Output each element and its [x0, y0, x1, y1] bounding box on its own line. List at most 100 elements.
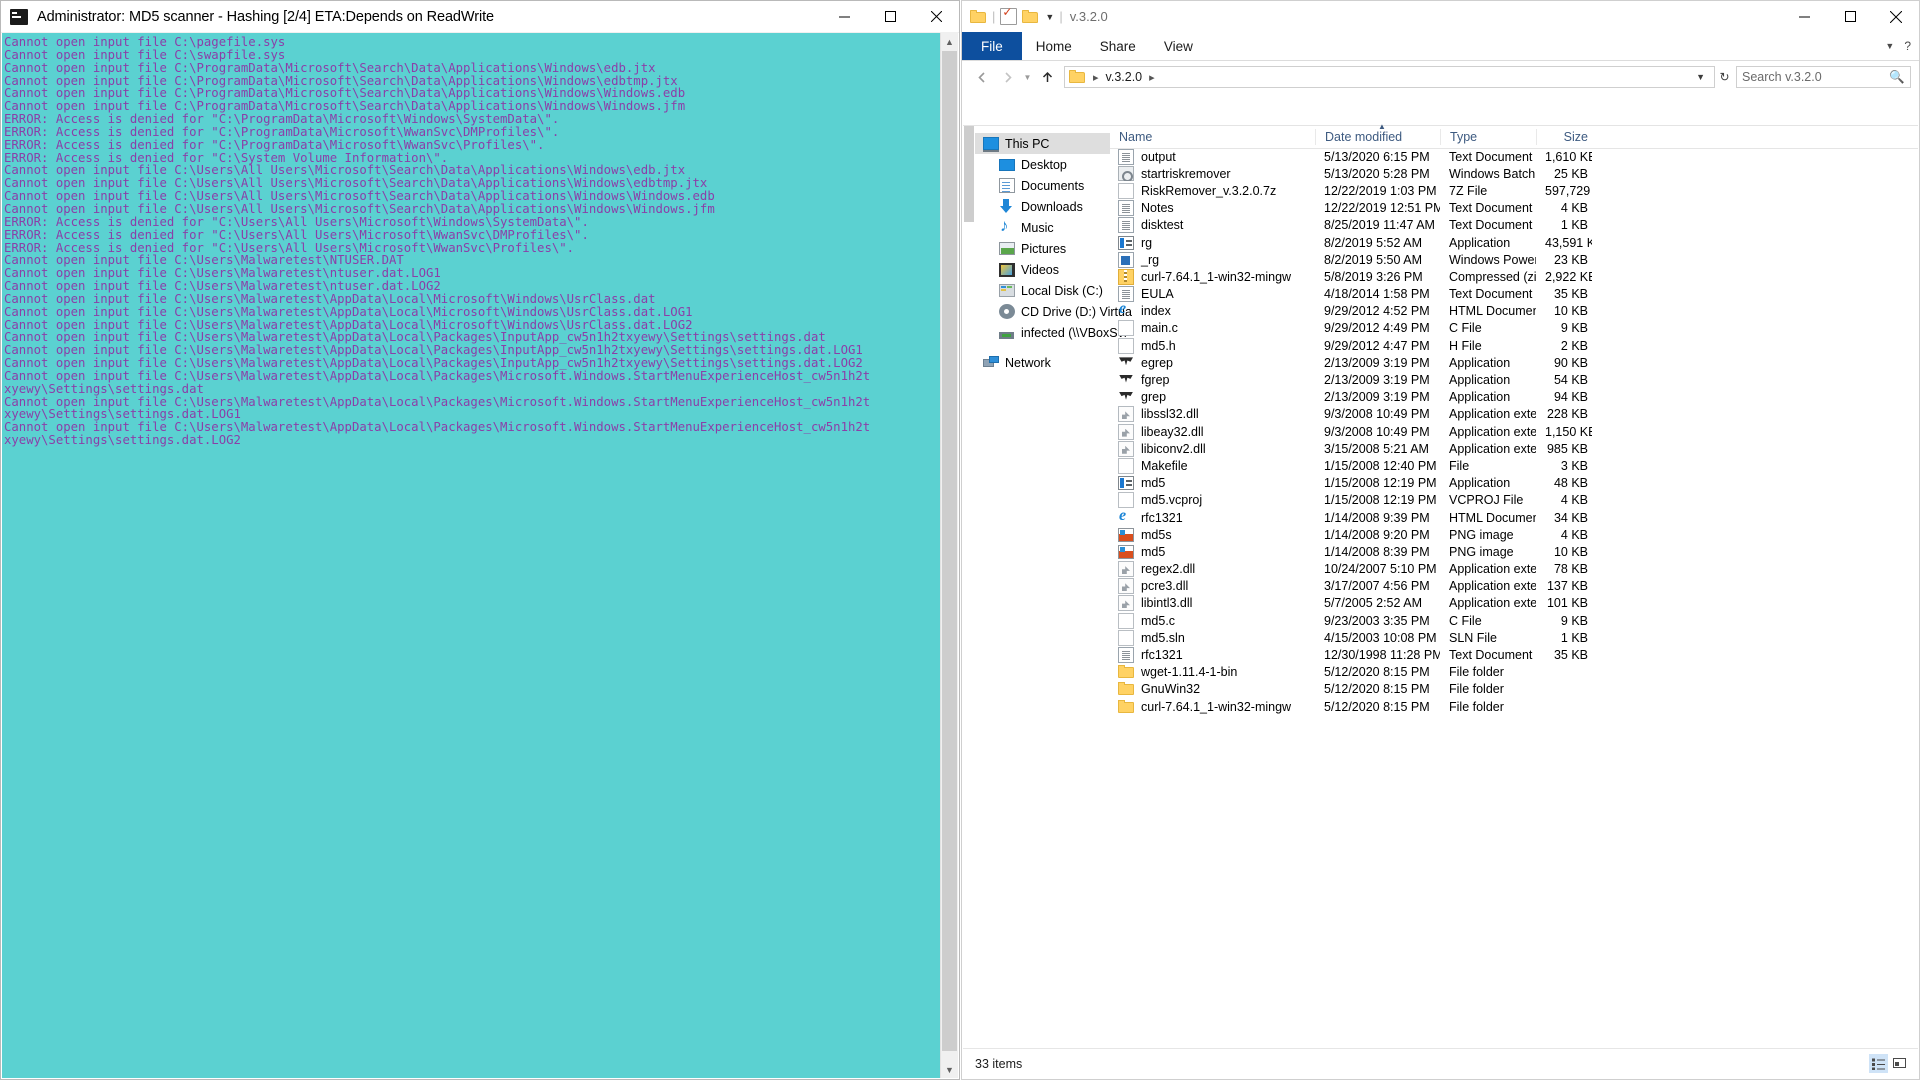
- table-row[interactable]: regex2.dll 10/24/2007 5:10 PM Application …: [1110, 561, 1918, 578]
- refresh-icon[interactable]: ↻: [1715, 66, 1734, 88]
- console-scroll-thumb[interactable]: [942, 51, 957, 1051]
- address-input[interactable]: ▸ v.3.2.0 ▸ ▼: [1064, 66, 1715, 88]
- console-titlebar[interactable]: Administrator: MD5 scanner - Hashing [2/…: [1, 1, 959, 33]
- file-name-cell[interactable]: md5s: [1110, 527, 1315, 542]
- table-row[interactable]: libeay32.dll 9/3/2008 10:49 PM Application…: [1110, 423, 1918, 440]
- file-name-cell[interactable]: libintl3.dll: [1110, 595, 1315, 612]
- column-header-size[interactable]: Size: [1536, 129, 1592, 145]
- file-name-cell[interactable]: libeay32.dll: [1110, 423, 1315, 440]
- breadcrumb[interactable]: ▸ v.3.2.0 ▸: [1069, 70, 1158, 84]
- sidebar-item-videos[interactable]: Videos: [975, 259, 1110, 280]
- table-row[interactable]: curl-7.64.1_1-win32-mingw 5/8/2019 3:26 P…: [1110, 268, 1918, 285]
- chevron-down-icon[interactable]: ▼: [1045, 12, 1054, 22]
- file-name-cell[interactable]: Notes: [1110, 200, 1315, 217]
- forward-button[interactable]: [995, 65, 1020, 89]
- file-name-cell[interactable]: libssl32.dll: [1110, 406, 1315, 423]
- navigation-scroll-thumb[interactable]: [964, 126, 974, 222]
- folder-icon[interactable]: [970, 9, 987, 24]
- file-name-cell[interactable]: curl-7.64.1_1-win32-mingw: [1110, 699, 1315, 714]
- details-view-icon[interactable]: [1869, 1054, 1888, 1073]
- console-minimize-button[interactable]: [821, 1, 867, 32]
- table-row[interactable]: md5.sln 4/15/2003 10:08 PM SLN File 1 KB: [1110, 629, 1918, 646]
- chevron-down-icon[interactable]: ▼: [1885, 41, 1894, 51]
- help-icon[interactable]: ?: [1904, 39, 1911, 53]
- explorer-minimize-button[interactable]: [1781, 1, 1827, 32]
- table-row[interactable]: md5.vcproj 1/15/2008 12:19 PM VCPROJ File 4…: [1110, 492, 1918, 509]
- file-name-cell[interactable]: output: [1110, 148, 1315, 165]
- file-name-cell[interactable]: md5.h: [1110, 337, 1315, 354]
- table-row[interactable]: md5s 1/14/2008 9:20 PM PNG image 4 KB: [1110, 526, 1918, 543]
- new-folder-icon[interactable]: [1022, 9, 1039, 24]
- table-row[interactable]: curl-7.64.1_1-win32-mingw 5/12/2020 8:15 …: [1110, 698, 1918, 715]
- breadcrumb-separator-2[interactable]: ▸: [1149, 71, 1155, 84]
- table-row[interactable]: rfc1321 1/14/2008 9:39 PM HTML Document 34 …: [1110, 509, 1918, 526]
- file-name-cell[interactable]: pcre3.dll: [1110, 578, 1315, 595]
- file-name-cell[interactable]: egrep: [1110, 355, 1315, 370]
- tab-view[interactable]: View: [1150, 32, 1207, 60]
- file-name-cell[interactable]: md5: [1110, 544, 1315, 559]
- file-name-cell[interactable]: _rg: [1110, 251, 1315, 268]
- sidebar-item-music[interactable]: Music: [975, 216, 1110, 238]
- explorer-close-button[interactable]: [1873, 1, 1919, 32]
- console-close-button[interactable]: [913, 1, 959, 32]
- table-row[interactable]: RiskRemover_v.3.2.0.7z 12/22/2019 1:03 PM…: [1110, 182, 1918, 199]
- column-header-name[interactable]: Name: [1110, 129, 1315, 145]
- column-header-type[interactable]: Type: [1440, 129, 1536, 145]
- table-row[interactable]: libssl32.dll 9/3/2008 10:49 PM Application…: [1110, 406, 1918, 423]
- sidebar-item-downloads[interactable]: Downloads: [975, 196, 1110, 217]
- table-row[interactable]: EULA 4/18/2014 1:58 PM Text Document 35 KB: [1110, 286, 1918, 303]
- table-row[interactable]: rfc1321 12/30/1998 11:28 PM Text Document 3…: [1110, 646, 1918, 664]
- file-name-cell[interactable]: rfc1321: [1110, 647, 1315, 664]
- table-row[interactable]: _rg 8/2/2019 5:50 AM Windows PowerS... 23 K…: [1110, 251, 1918, 268]
- table-row[interactable]: wget-1.11.4-1-bin 5/12/2020 8:15 PM File f…: [1110, 664, 1918, 681]
- back-button[interactable]: [970, 65, 995, 89]
- table-row[interactable]: GnuWin32 5/12/2020 8:15 PM File folder: [1110, 681, 1918, 698]
- tab-home[interactable]: Home: [1022, 32, 1086, 60]
- tab-share[interactable]: Share: [1086, 32, 1150, 60]
- file-name-cell[interactable]: md5.vcproj: [1110, 492, 1315, 509]
- file-name-cell[interactable]: index: [1110, 303, 1315, 319]
- sidebar-item-documents[interactable]: Documents: [975, 175, 1110, 196]
- console-maximize-button[interactable]: [867, 1, 913, 32]
- table-row[interactable]: md5 1/15/2008 12:19 PM Application 48 KB: [1110, 475, 1918, 492]
- file-name-cell[interactable]: md5.c: [1110, 612, 1315, 629]
- large-icons-view-icon[interactable]: [1890, 1054, 1909, 1073]
- file-name-cell[interactable]: grep: [1110, 390, 1315, 405]
- table-row[interactable]: main.c 9/29/2012 4:49 PM C File 9 KB: [1110, 320, 1918, 337]
- table-row[interactable]: libiconv2.dll 3/15/2008 5:21 AM Applicatio…: [1110, 440, 1918, 457]
- file-name-cell[interactable]: wget-1.11.4-1-bin: [1110, 665, 1315, 679]
- table-row[interactable]: egrep 2/13/2009 3:19 PM Application 90 KB: [1110, 354, 1918, 371]
- up-button[interactable]: [1035, 65, 1060, 89]
- sidebar-item-cd-drive[interactable]: CD Drive (D:) Virtua: [975, 301, 1132, 322]
- sidebar-item-this-pc[interactable]: This PC: [975, 133, 1110, 154]
- table-row[interactable]: fgrep 2/13/2009 3:19 PM Application 54 KB: [1110, 371, 1918, 388]
- navigation-scrollbar[interactable]: [963, 126, 975, 1049]
- console-scrollbar[interactable]: ▲ ▼: [940, 33, 958, 1078]
- file-name-cell[interactable]: md5: [1110, 476, 1315, 491]
- file-name-cell[interactable]: Makefile: [1110, 457, 1315, 474]
- table-row[interactable]: md5.c 9/23/2003 3:35 PM C File 9 KB: [1110, 612, 1918, 629]
- table-row[interactable]: md5.h 9/29/2012 4:47 PM H File 2 KB: [1110, 337, 1918, 354]
- file-name-cell[interactable]: rfc1321: [1110, 510, 1315, 526]
- table-row[interactable]: pcre3.dll 3/17/2007 4:56 PM Application ex…: [1110, 578, 1918, 595]
- sidebar-item-desktop[interactable]: Desktop: [975, 154, 1110, 175]
- recent-locations-icon[interactable]: ▼: [1020, 65, 1035, 89]
- table-row[interactable]: Makefile 1/15/2008 12:40 PM File 3 KB: [1110, 457, 1918, 474]
- table-row[interactable]: Notes 12/22/2019 12:51 PM Text Document 4 K…: [1110, 200, 1918, 217]
- tab-file[interactable]: File: [962, 32, 1022, 60]
- file-name-cell[interactable]: main.c: [1110, 320, 1315, 337]
- column-header-date-modified[interactable]: ▲ Date modified: [1315, 122, 1440, 145]
- table-row[interactable]: libintl3.dll 5/7/2005 2:52 AM Application …: [1110, 595, 1918, 612]
- file-name-cell[interactable]: curl-7.64.1_1-win32-mingw: [1110, 268, 1315, 285]
- search-input[interactable]: Search v.3.2.0 🔍: [1736, 66, 1911, 88]
- table-row[interactable]: disktest 8/25/2019 11:47 AM Text Document 1…: [1110, 217, 1918, 234]
- table-row[interactable]: md5 1/14/2008 8:39 PM PNG image 10 KB: [1110, 543, 1918, 560]
- file-name-cell[interactable]: rg: [1110, 235, 1315, 250]
- file-name-cell[interactable]: RiskRemover_v.3.2.0.7z: [1110, 182, 1315, 199]
- sidebar-item-local-disk[interactable]: Local Disk (C:): [975, 280, 1110, 301]
- file-name-cell[interactable]: disktest: [1110, 217, 1315, 234]
- chevron-down-icon[interactable]: ▼: [1691, 72, 1710, 82]
- table-row[interactable]: output 5/13/2020 6:15 PM Text Document 1,61…: [1110, 148, 1918, 165]
- console-output-area[interactable]: Cannot open input file C:\pagefile.sys C…: [2, 33, 958, 1078]
- properties-icon[interactable]: [1000, 5, 1018, 25]
